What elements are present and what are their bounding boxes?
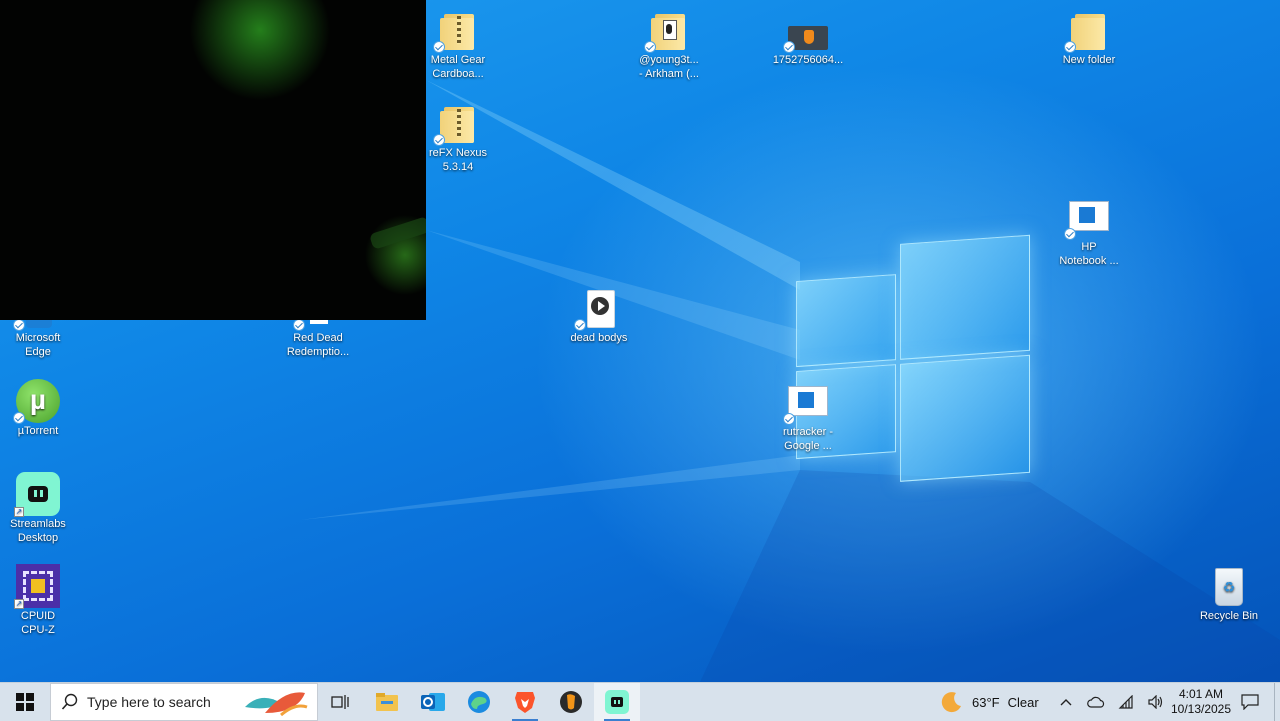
sync-check-icon	[433, 134, 445, 146]
brave-icon	[515, 692, 535, 713]
taskbar-app-brave[interactable]	[502, 683, 548, 721]
taskbar-app-fl-studio[interactable]	[548, 683, 594, 721]
web-shortcut-icon	[1064, 195, 1111, 240]
icon-label: reFX Nexus 5.3.14	[428, 147, 488, 173]
shortcut-arrow-icon: ↗	[14, 599, 24, 609]
desktop-icon-young-arkham[interactable]: @young3t... - Arkham (...	[631, 8, 707, 81]
windows-start-icon	[16, 693, 34, 711]
icon-label: HP Notebook ...	[1059, 241, 1119, 267]
icon-label: CPUID CPU-Z	[20, 610, 56, 636]
fl-studio-file-icon	[783, 8, 830, 53]
recycle-bin-icon: ♻	[1207, 564, 1251, 608]
clock-date: 10/13/2025	[1170, 702, 1232, 716]
search-highlight-image-icon	[245, 692, 308, 717]
streamlabs-icon	[605, 690, 629, 714]
sync-check-icon	[1064, 41, 1076, 53]
desktop-icon-utorrent[interactable]: µ µTorrent	[0, 379, 76, 438]
zip-folder-icon	[433, 101, 480, 146]
show-desktop-button[interactable]	[1274, 683, 1280, 721]
sync-check-icon	[783, 41, 795, 53]
desktop-icon-recycle-bin[interactable]: ♻ Recycle Bin	[1191, 564, 1267, 623]
onedrive-tray[interactable]	[1082, 683, 1110, 721]
icon-label: Recycle Bin	[1199, 610, 1259, 622]
icon-label: Streamlabs Desktop	[10, 518, 66, 544]
outlook-icon	[421, 693, 445, 711]
icon-label: @young3t... - Arkham (...	[639, 54, 699, 80]
sync-check-icon	[574, 319, 586, 331]
taskbar-search-box[interactable]: Type here to search	[50, 683, 318, 721]
sync-check-icon	[13, 412, 25, 424]
task-view-button[interactable]	[318, 683, 362, 721]
task-view-icon	[331, 695, 349, 709]
icon-label: µTorrent	[17, 425, 59, 437]
file-explorer-icon	[376, 693, 398, 711]
icon-label: 1752756064...	[772, 54, 844, 66]
start-button[interactable]	[0, 683, 50, 721]
clock[interactable]: 4:01 AM 10/13/2025	[1170, 683, 1232, 721]
search-placeholder: Type here to search	[87, 694, 211, 710]
weather-widget[interactable]: 63°F Clear	[936, 683, 1046, 721]
desktop-icon-rutracker[interactable]: rutracker - Google ...	[770, 380, 846, 453]
streamlabs-icon: ↗	[14, 472, 60, 517]
wifi-icon	[1118, 695, 1133, 709]
cloud-icon	[1087, 696, 1105, 708]
icon-label: New folder	[1062, 54, 1116, 66]
sync-check-icon	[1064, 228, 1076, 240]
desktop-icon-streamlabs[interactable]: ↗ Streamlabs Desktop	[0, 472, 76, 545]
speaker-icon	[1148, 695, 1163, 709]
taskbar-app-file-explorer[interactable]	[364, 683, 410, 721]
volume-tray[interactable]	[1142, 683, 1170, 721]
shortcut-arrow-icon: ↗	[14, 507, 24, 517]
chevron-up-icon	[1060, 699, 1072, 706]
edge-icon	[468, 691, 490, 713]
taskbar: Type here to search 63°F Clear 4:01 AM 1…	[0, 682, 1280, 721]
search-icon	[61, 693, 78, 710]
desktop-icon-dead-bodys[interactable]: dead bodys	[561, 286, 637, 345]
sync-check-icon	[644, 41, 656, 53]
desktop-icon-hp-notebook[interactable]: HP Notebook ...	[1051, 195, 1127, 268]
sync-check-icon	[13, 319, 25, 331]
notifications-button[interactable]	[1236, 683, 1264, 721]
clock-time: 4:01 AM	[1178, 687, 1224, 701]
sync-check-icon	[433, 41, 445, 53]
fl-studio-icon	[560, 691, 582, 713]
utorrent-icon: µ	[13, 379, 60, 424]
moon-icon	[941, 692, 961, 713]
cpu-z-icon: ↗	[14, 564, 60, 609]
weather-temp: 63°F	[972, 694, 1000, 710]
icon-label: Red Dead Redemptio...	[286, 332, 350, 358]
folder-icon	[644, 8, 691, 53]
weather-condition: Clear	[1007, 694, 1039, 710]
folder-icon	[1064, 8, 1111, 53]
desktop-icon-refx-nexus[interactable]: reFX Nexus 5.3.14	[420, 101, 496, 174]
network-tray[interactable]	[1112, 683, 1140, 721]
icon-label: rutracker - Google ...	[782, 426, 834, 452]
zip-folder-icon	[433, 8, 480, 53]
taskbar-app-edge[interactable]	[456, 683, 502, 721]
sync-check-icon	[783, 413, 795, 425]
desktop-icon-cpu-z[interactable]: ↗ CPUID CPU-Z	[0, 564, 76, 637]
show-hidden-icons-button[interactable]	[1054, 683, 1078, 721]
web-shortcut-icon	[783, 380, 830, 425]
webcam-overlay	[0, 0, 426, 320]
video-file-icon	[574, 286, 621, 331]
desktop-icon-new-folder[interactable]: New folder	[1051, 8, 1127, 67]
taskbar-app-streamlabs[interactable]	[594, 683, 640, 721]
taskbar-app-outlook[interactable]	[410, 683, 456, 721]
desktop-icon-metal-gear[interactable]: Metal Gear Cardboa...	[420, 8, 496, 81]
sync-check-icon	[293, 319, 305, 331]
desktop-icon-fl-project[interactable]: 1752756064...	[770, 8, 846, 67]
icon-label: Metal Gear Cardboa...	[430, 54, 486, 80]
icon-label: Microsoft Edge	[15, 332, 61, 358]
icon-label: dead bodys	[570, 332, 628, 344]
action-center-icon	[1241, 694, 1259, 710]
